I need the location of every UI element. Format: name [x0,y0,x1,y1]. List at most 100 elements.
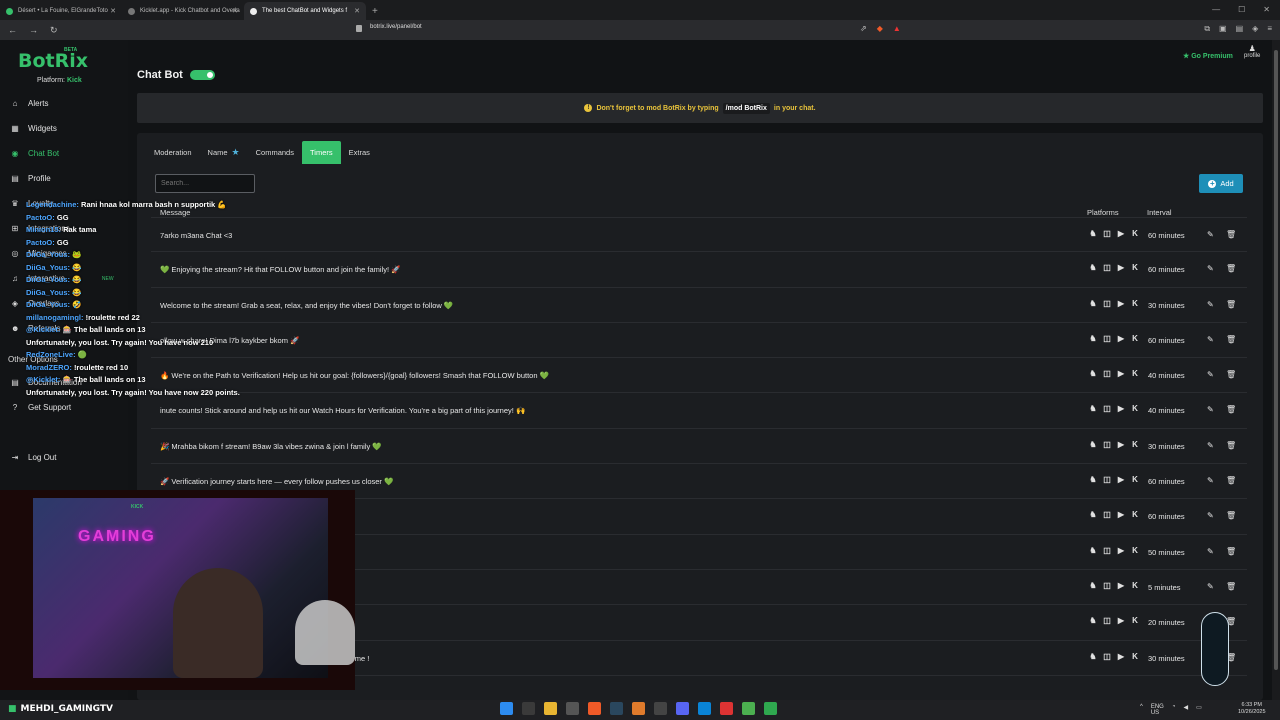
edit-icon[interactable]: ✎ [1207,476,1214,485]
scrollbar-thumb[interactable] [1274,50,1278,670]
music-icon: ♫ [12,273,18,283]
browser-tab-1[interactable]: Désert • La Fouine, ElGrandeToto ✕ [0,2,122,20]
sidebar-item-profile[interactable]: ▤ Profile [11,174,50,183]
edit-icon[interactable]: ✎ [1207,582,1214,591]
tab-extras[interactable]: Extras [341,141,378,164]
file-explorer-icon[interactable] [544,702,557,715]
edge-icon[interactable] [698,702,711,715]
table-row: 🎉 Mrahba bikom f stream! B9aw 3la vibes … [151,429,1247,465]
share-icon[interactable]: ⇗ [860,24,867,33]
edit-icon[interactable]: ✎ [1207,547,1214,556]
tray-chevron-icon[interactable]: ^ [1140,704,1143,716]
reload-icon[interactable]: ↻ [50,25,58,36]
delete-icon[interactable]: 🗑 [1226,511,1236,520]
menu-icon[interactable]: ≡ [1267,24,1272,34]
bookmark-icon[interactable] [356,25,362,32]
timer-interval: 60 minutes [1148,231,1185,240]
browser-tab-3[interactable]: The best ChatBot and Widgets f ✕ [244,2,366,20]
search-input[interactable] [155,174,255,193]
brave-rewards-icon[interactable]: ▲ [893,24,901,33]
task-view-icon[interactable] [522,702,535,715]
steam-icon[interactable] [610,702,623,715]
app-icon[interactable] [654,702,667,715]
wallet-icon[interactable]: ▤ [1236,24,1244,34]
minimize-icon[interactable]: — [1212,5,1220,14]
wifi-icon[interactable]: ◔ [1172,704,1176,716]
sidebar-icon[interactable]: ▣ [1219,24,1227,34]
gaming-sign: GAMING [78,528,156,545]
kick-logo-icon: ■ [8,704,17,714]
go-premium-button[interactable]: ★ Go Premium [1183,52,1233,60]
chat-bot-toggle[interactable] [190,70,215,80]
spreadsheet-icon[interactable] [764,702,777,715]
clock[interactable]: 6:33 PM 10/26/2025 [1238,702,1266,716]
edit-icon[interactable]: ✎ [1207,230,1214,239]
forward-icon[interactable]: → [29,25,38,36]
chrome-icon[interactable] [742,702,755,715]
timer-interval: 20 minutes [1148,618,1185,628]
edit-icon[interactable]: ✎ [1207,405,1214,414]
tab-name[interactable]: Name ★ [200,141,248,164]
maximize-icon[interactable]: ☐ [1238,5,1245,14]
kick-k-icon: K [1132,263,1138,273]
sidebar-item-get-support[interactable]: ? Get Support [11,403,71,412]
app-icon[interactable] [720,702,733,715]
window-close-icon[interactable]: ✕ [1263,5,1270,14]
delete-icon[interactable]: 🗑 [1226,582,1236,591]
brave-shield-icon[interactable]: ◆ [877,24,883,33]
language-indicator[interactable]: ENG US [1151,704,1164,716]
sidebar-item-chat-bot[interactable]: ◉ Chat Bot [11,148,60,158]
sidebar-item-log-out[interactable]: ⇥ Log Out [11,453,57,462]
delete-icon[interactable]: 🗑 [1226,405,1236,414]
sidebar-item-widgets[interactable]: ▦ Widgets [11,124,57,133]
edit-icon[interactable]: ✎ [1207,335,1214,344]
platform-icons: ♞ ◫ ▶ K [1089,334,1139,343]
vpn-icon[interactable]: ◈ [1252,24,1258,34]
edit-icon[interactable]: ✎ [1207,441,1214,450]
close-icon[interactable]: ✕ [232,7,238,15]
delete-icon[interactable]: 🗑 [1226,370,1236,379]
close-icon[interactable]: ✕ [110,7,116,15]
windows-start-icon[interactable] [500,702,513,715]
address-bar: ← → ↻ botrix.live/panel/bot ⇗ ◆ ▲ ⧉ ▣ ▤ … [0,20,1280,40]
add-timer-button[interactable]: + Add [1199,174,1243,193]
edit-icon[interactable]: ✎ [1207,511,1214,520]
robot-icon: ◉ [11,148,19,158]
edit-icon[interactable]: ✎ [1207,264,1214,273]
volume-icon[interactable]: ◀ [1183,704,1188,716]
delete-icon[interactable]: 🗑 [1226,441,1236,450]
twitch-platform-icon: ◫ [1103,369,1111,379]
profile-button[interactable]: ♟ profile [1244,44,1260,59]
youtube-platform-icon: ▶ [1117,580,1125,590]
kick-k-icon: K [1132,229,1138,238]
snipping-tool-icon[interactable] [566,702,579,715]
table-row: inute counts! Stick around and help us h… [151,393,1247,429]
scrollbar[interactable] [1272,40,1280,700]
twitch-platform-icon: ◫ [1103,651,1111,661]
battery-icon[interactable]: ▭ [1196,704,1202,716]
book-icon: ▤ [11,377,19,387]
youtube-platform-icon: ▶ [1117,651,1125,661]
delete-icon[interactable]: 🗑 [1226,264,1236,273]
discord-icon[interactable] [676,702,689,715]
extensions-icon[interactable]: ⧉ [1204,24,1210,34]
app-icon[interactable] [632,702,645,715]
close-icon[interactable]: ✕ [354,7,360,15]
delete-icon[interactable]: 🗑 [1226,476,1236,485]
new-tab-icon[interactable]: + [372,6,378,17]
edit-icon[interactable]: ✎ [1207,370,1214,379]
botrix-logo[interactable]: BotRix [18,50,88,72]
back-icon[interactable]: ← [8,25,17,36]
tab-commands[interactable]: Commands [248,141,302,164]
url-field[interactable]: botrix.live/panel/bot [370,24,422,30]
sidebar-item-alerts[interactable]: ⌂ Alerts [11,99,49,108]
tab-timers[interactable]: Timers [301,141,341,164]
browser-tab-2[interactable]: Kicklet.app - Kick Chatbot and Overla ✕ [122,2,244,20]
brave-icon[interactable] [588,702,601,715]
tab-moderation[interactable]: Moderation [146,141,200,164]
delete-icon[interactable]: 🗑 [1226,547,1236,556]
delete-icon[interactable]: 🗑 [1226,335,1236,344]
delete-icon[interactable]: 🗑 [1226,230,1236,239]
delete-icon[interactable]: 🗑 [1226,300,1236,309]
edit-icon[interactable]: ✎ [1207,300,1214,309]
